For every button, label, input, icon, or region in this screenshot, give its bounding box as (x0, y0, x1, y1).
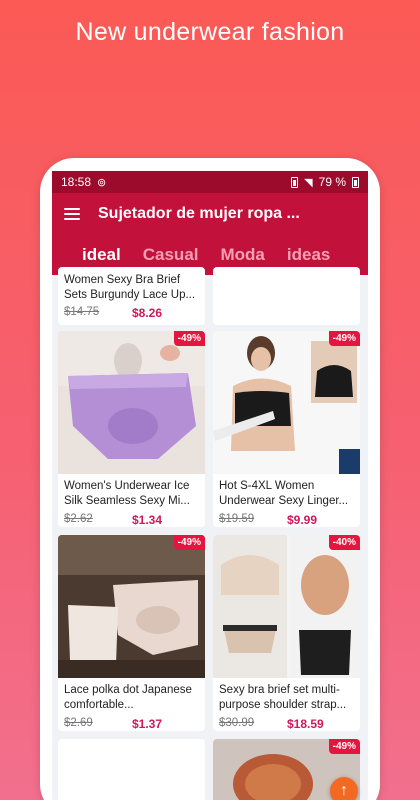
product-old-price: $2.62 (64, 513, 93, 525)
product-old-price: $2.69 (64, 717, 93, 729)
product-price: $1.37 (132, 717, 163, 731)
discount-badge: -49% (328, 739, 360, 754)
app-bar: Sujetador de mujer ropa ... (52, 193, 368, 235)
discount-badge: -40% (328, 535, 360, 550)
menu-icon[interactable] (64, 208, 80, 220)
product-card[interactable]: -40% Sexy bra brief set multi-purpose sh… (213, 535, 360, 731)
arrow-up-icon[interactable]: ↑ (330, 777, 358, 800)
product-card[interactable]: -49% Lace polka dot Japanese comfortable… (58, 535, 205, 731)
product-card[interactable] (58, 739, 205, 800)
battery-level: 79 % (318, 175, 346, 189)
tab-ideal[interactable]: ideal (82, 245, 121, 265)
product-title: Hot S-4XL Women Underwear Sexy Linger... (219, 480, 349, 507)
tab-casual[interactable]: Casual (143, 245, 199, 265)
tab-ideas[interactable]: ideas (287, 245, 330, 265)
discount-badge: -49% (328, 331, 360, 346)
product-card[interactable]: Women Sexy Bra Brief Sets Burgundy Lace … (58, 267, 205, 325)
sync-icon: ⊚ (97, 176, 107, 189)
product-image (213, 535, 360, 678)
product-image (213, 331, 360, 474)
discount-badge: -49% (173, 331, 205, 346)
battery-icon (352, 176, 359, 188)
product-image (58, 331, 205, 474)
product-title: Lace polka dot Japanese comfortable... (64, 684, 192, 711)
discount-badge: -49% (173, 535, 205, 550)
status-bar: 18:58 ⊚ ◥ 79 % (52, 171, 368, 193)
product-card[interactable]: -49% Hot S-4XL Women Underwear Sexy Ling… (213, 331, 360, 527)
tab-moda[interactable]: Moda (221, 245, 265, 265)
app-screen: 18:58 ⊚ ◥ 79 % Sujetador de mujer ropa .… (52, 171, 368, 800)
promo-title: New underwear fashion (75, 18, 345, 46)
app-bar-title: Sujetador de mujer ropa ... (98, 205, 300, 222)
product-image (58, 535, 205, 678)
product-title: Women Sexy Bra Brief Sets Burgundy Lace … (64, 274, 196, 301)
product-title: Sexy bra brief set multi-purpose shoulde… (219, 684, 347, 711)
product-card[interactable] (213, 267, 360, 325)
product-price: $18.59 (287, 717, 324, 731)
phone-frame: 18:58 ⊚ ◥ 79 % Sujetador de mujer ropa .… (40, 158, 380, 800)
product-price: $8.26 (132, 306, 163, 320)
product-card[interactable]: -49% Women's Underwear Ice Silk Seamless… (58, 331, 205, 527)
battery-small-icon (291, 176, 299, 188)
status-time: 18:58 (61, 175, 92, 189)
product-price: $1.34 (132, 513, 163, 527)
product-old-price: $19.59 (219, 513, 255, 525)
product-title: Women's Underwear Ice Silk Seamless Sexy… (64, 480, 190, 507)
product-old-price: $14.75 (64, 306, 100, 318)
product-old-price: $30.99 (219, 717, 255, 729)
product-grid: Women Sexy Bra Brief Sets Burgundy Lace … (52, 267, 368, 800)
wifi-icon: ◥ (304, 176, 313, 189)
product-price: $9.99 (287, 513, 318, 527)
